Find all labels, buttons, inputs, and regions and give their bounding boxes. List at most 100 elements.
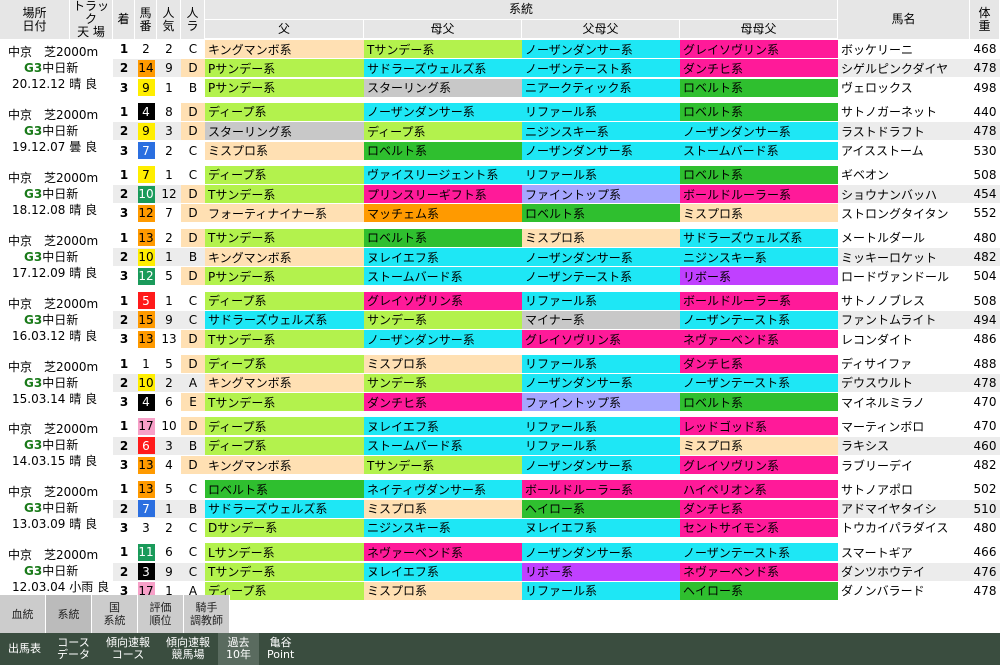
horse-number: 4 bbox=[137, 393, 155, 411]
sire-dam-sire-cell: ノーザンダンサー系 bbox=[522, 373, 680, 393]
race-info: 中京 芝2000m G3中日新 14.03.15 晴 良 bbox=[0, 417, 113, 475]
view-tab[interactable]: 騎手 調教師 bbox=[184, 595, 230, 633]
header-popularity: 人気 bbox=[157, 0, 181, 40]
bottom-nav-item[interactable]: 出馬表 bbox=[0, 633, 49, 665]
number-cell: 10 bbox=[135, 185, 157, 205]
dam-sire-cell: ロベルト系 bbox=[364, 141, 522, 161]
header-number-text: 馬番 bbox=[139, 5, 152, 33]
dam-sire-cell: サンデー系 bbox=[364, 310, 522, 330]
dam-dam-sire-cell: サドラーズウェルズ系 bbox=[680, 228, 838, 248]
horse-name-cell: ボッケリーニ bbox=[838, 40, 970, 59]
weight-cell: 530 bbox=[970, 141, 1000, 161]
race-grade: G3 bbox=[24, 501, 43, 516]
dam-sire-cell: Tサンデー系 bbox=[364, 40, 522, 59]
bottom-nav-item[interactable]: コース データ bbox=[49, 633, 98, 665]
race-name: G3中日新 bbox=[24, 186, 79, 201]
sire-dam-sire-cell: ロベルト系 bbox=[522, 204, 680, 224]
view-tab[interactable]: 血統 bbox=[0, 595, 46, 633]
number-cell: 10 bbox=[135, 373, 157, 393]
bottom-nav-label: 過去 10年 bbox=[226, 636, 251, 661]
bottom-nav-item[interactable]: 傾向速報 コース bbox=[98, 633, 158, 665]
dam-dam-sire-cell: ヘイロー系 bbox=[680, 581, 838, 601]
sire-cell: ディープ系 bbox=[205, 165, 364, 185]
bottom-nav-item[interactable]: 過去 10年 bbox=[218, 633, 259, 665]
number-cell: 12 bbox=[135, 204, 157, 224]
dam-sire-cell: ミスプロ系 bbox=[364, 499, 522, 519]
rank-cell: B bbox=[181, 78, 205, 98]
finish-cell: 2 bbox=[113, 248, 135, 267]
horse-number: 10 bbox=[137, 248, 155, 266]
dam-dam-sire-cell: ロベルト系 bbox=[680, 102, 838, 122]
dam-sire-cell: ノーザンダンサー系 bbox=[364, 330, 522, 350]
header-track-text: トラック天 場 bbox=[72, 0, 109, 39]
horse-name-cell: ギベオン bbox=[838, 165, 970, 185]
finish-cell: 2 bbox=[113, 499, 135, 519]
dam-sire-cell: ミスプロ系 bbox=[364, 354, 522, 374]
sire-cell: フォーティナイナー系 bbox=[205, 204, 364, 224]
finish-cell: 1 bbox=[113, 543, 135, 563]
rank-cell: C bbox=[181, 480, 205, 500]
header-la-text: 人ラ bbox=[186, 5, 199, 33]
race-name: G3中日新 bbox=[24, 375, 79, 390]
race-course: 中京 芝2000m bbox=[8, 107, 99, 122]
rank-cell: C bbox=[181, 141, 205, 161]
race-name: G3中日新 bbox=[24, 438, 79, 453]
horse-name-cell: デウスウルト bbox=[838, 373, 970, 393]
race-course: 中京 芝2000m bbox=[8, 485, 99, 500]
popularity-cell: 1 bbox=[157, 165, 181, 185]
dam-dam-sire-cell: ニジンスキー系 bbox=[680, 248, 838, 267]
header-dam-sire: 母父 bbox=[364, 20, 522, 39]
weight-cell: 470 bbox=[970, 417, 1000, 437]
sire-cell: Lサンデー系 bbox=[205, 543, 364, 563]
bottom-nav-item[interactable]: 亀谷 Point bbox=[259, 633, 302, 665]
weight-cell: 478 bbox=[970, 59, 1000, 79]
view-tab[interactable]: 国系統 bbox=[92, 595, 138, 633]
dam-dam-sire-cell: グレイソヴリン系 bbox=[680, 456, 838, 475]
horse-number: 7 bbox=[137, 166, 155, 184]
race-grade: G3 bbox=[24, 123, 43, 138]
number-cell: 10 bbox=[135, 248, 157, 267]
weight-cell: 504 bbox=[970, 267, 1000, 287]
sire-dam-sire-cell: ノーザンダンサー系 bbox=[522, 40, 680, 59]
popularity-cell: 13 bbox=[157, 330, 181, 350]
number-cell: 5 bbox=[135, 291, 157, 311]
view-tab[interactable]: 評価 順位 bbox=[138, 595, 184, 633]
weight-cell: 460 bbox=[970, 436, 1000, 456]
bottom-nav-item[interactable]: 傾向速報 競馬場 bbox=[158, 633, 218, 665]
dam-sire-cell: ノーザンダンサー系 bbox=[364, 102, 522, 122]
sire-dam-sire-cell: リファール系 bbox=[522, 417, 680, 437]
number-cell: 15 bbox=[135, 310, 157, 330]
sire-cell: スターリング系 bbox=[205, 122, 364, 142]
horse-number: 11 bbox=[137, 543, 155, 561]
horse-name-cell: ストロングタイタン bbox=[838, 204, 970, 224]
weight-cell: 478 bbox=[970, 373, 1000, 393]
popularity-cell: 2 bbox=[157, 518, 181, 538]
popularity-cell: 1 bbox=[157, 499, 181, 519]
sire-dam-sire-cell: ヘイロー系 bbox=[522, 499, 680, 519]
number-cell: 3 bbox=[135, 562, 157, 582]
sire-cell: ディープ系 bbox=[205, 291, 364, 311]
dam-dam-sire-cell: ロベルト系 bbox=[680, 165, 838, 185]
header-number: 馬番 bbox=[135, 0, 157, 40]
sire-cell: ディープ系 bbox=[205, 417, 364, 437]
horse-number: 7 bbox=[137, 500, 155, 518]
rank-cell: C bbox=[181, 165, 205, 185]
dam-sire-cell: ネヴァーベンド系 bbox=[364, 543, 522, 563]
dam-dam-sire-cell: ダンチヒ系 bbox=[680, 354, 838, 374]
popularity-cell: 9 bbox=[157, 562, 181, 582]
weight-cell: 480 bbox=[970, 228, 1000, 248]
horse-number: 14 bbox=[137, 59, 155, 77]
finish-cell: 1 bbox=[113, 165, 135, 185]
weight-cell: 494 bbox=[970, 310, 1000, 330]
popularity-cell: 1 bbox=[157, 78, 181, 98]
sire-dam-sire-cell: リファール系 bbox=[522, 291, 680, 311]
sire-dam-sire-cell: グレイソヴリン系 bbox=[522, 330, 680, 350]
view-tab[interactable]: 系統 bbox=[46, 595, 92, 633]
sire-cell: Dサンデー系 bbox=[205, 518, 364, 538]
sire-dam-sire-cell: リファール系 bbox=[522, 354, 680, 374]
dam-sire-cell: プリンスリーギフト系 bbox=[364, 185, 522, 205]
popularity-cell: 2 bbox=[157, 373, 181, 393]
number-cell: 4 bbox=[135, 393, 157, 413]
bottom-nav: 出馬表 コース データ 傾向速報 コース 傾向速報 競馬場 過去 10年 亀谷 Point bbox=[0, 633, 1000, 665]
horse-number: 13 bbox=[137, 480, 155, 498]
